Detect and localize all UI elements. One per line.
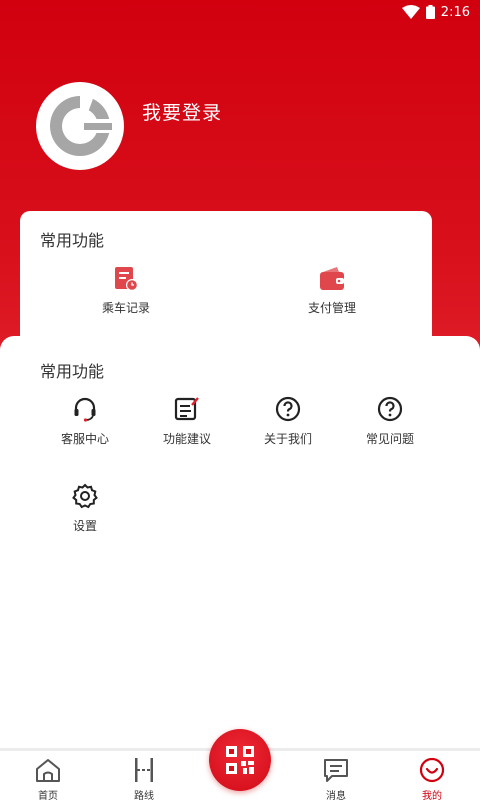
- message-icon: [324, 759, 348, 782]
- login-link[interactable]: 我要登录: [142, 98, 222, 125]
- section-title: 常用功能: [40, 231, 105, 250]
- question-icon: [275, 396, 301, 422]
- faq-button[interactable]: 常见问题: [345, 394, 435, 447]
- battery-icon: [425, 5, 435, 19]
- faq-label: 常见问题: [365, 432, 414, 446]
- route-icon: [135, 758, 153, 782]
- edit-note-icon: [174, 397, 199, 421]
- common-functions-card: 常用功能 乘车记录 支付管理: [20, 211, 432, 351]
- tab-message-label: 消息: [326, 791, 346, 800]
- status-bar: 2:16: [0, 0, 480, 24]
- qr-code-icon: [226, 746, 254, 774]
- feedback-button[interactable]: 功能建议: [142, 394, 232, 447]
- tab-route-label: 路线: [134, 791, 154, 800]
- payment-management-button[interactable]: 支付管理: [272, 265, 392, 316]
- customer-service-label: 客服中心: [60, 432, 109, 446]
- ride-record-label: 乘车记录: [101, 301, 150, 315]
- payment-management-label: 支付管理: [307, 301, 356, 315]
- profile-section[interactable]: 我要登录: [36, 82, 222, 170]
- ride-record-icon: [115, 267, 138, 291]
- tab-mine-label: 我的: [422, 791, 442, 800]
- tab-home-label: 首页: [38, 791, 58, 800]
- tab-route[interactable]: 路线: [96, 751, 192, 800]
- ride-record-button[interactable]: 乘车记录: [66, 265, 186, 316]
- section-title: 常用功能: [40, 362, 105, 381]
- tab-mine[interactable]: 我的: [384, 751, 480, 800]
- app-logo-icon: [50, 96, 112, 156]
- settings-label: 设置: [72, 519, 97, 533]
- question-icon: [377, 396, 403, 422]
- headset-icon: [74, 397, 96, 422]
- settings-button[interactable]: 设置: [40, 481, 130, 534]
- gear-icon: [72, 483, 98, 509]
- tab-home[interactable]: 首页: [0, 751, 96, 800]
- wifi-icon: [401, 5, 420, 19]
- feedback-label: 功能建议: [162, 432, 211, 446]
- avatar[interactable]: [36, 82, 124, 170]
- about-us-label: 关于我们: [263, 432, 312, 446]
- customer-service-button[interactable]: 客服中心: [40, 394, 130, 447]
- wallet-icon: [320, 267, 344, 290]
- home-icon: [36, 759, 60, 782]
- scan-qr-button[interactable]: [209, 729, 271, 791]
- about-us-button[interactable]: 关于我们: [243, 394, 333, 447]
- status-time: 2:16: [440, 4, 470, 20]
- smile-icon: [419, 757, 445, 783]
- tab-message[interactable]: 消息: [288, 751, 384, 800]
